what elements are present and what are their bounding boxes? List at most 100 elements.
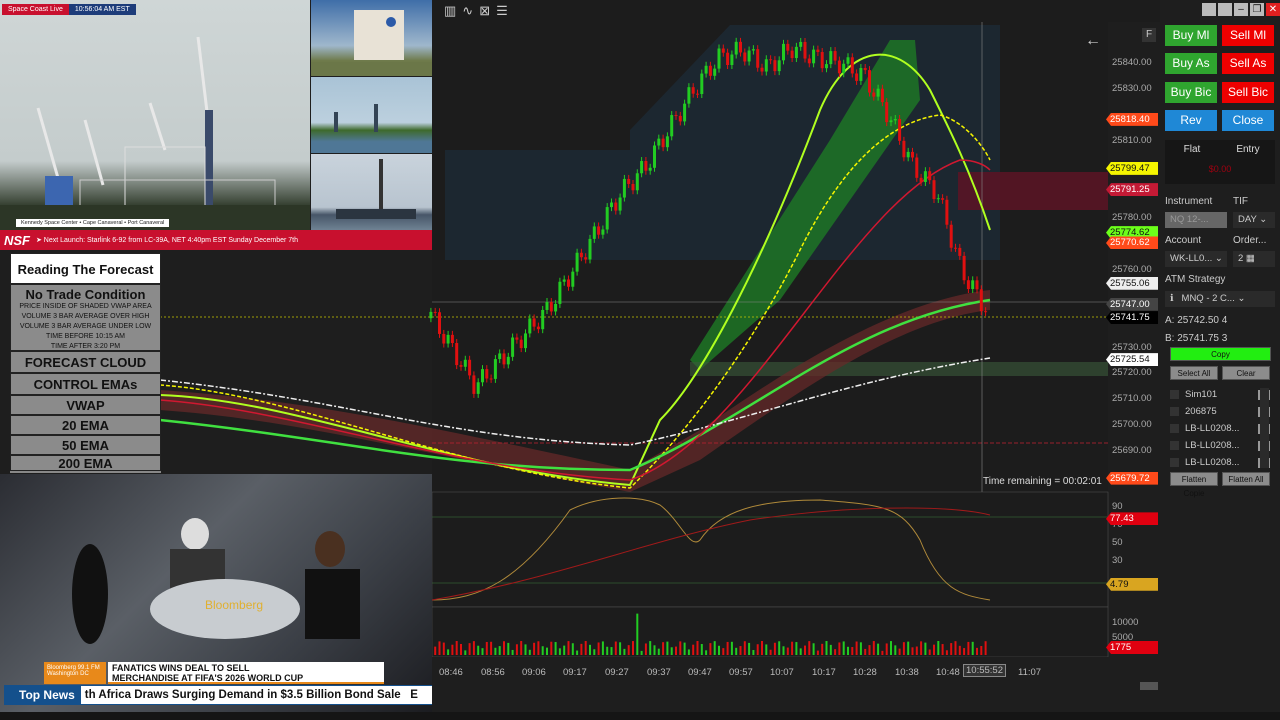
volume-bar <box>838 642 841 655</box>
volume-bar <box>984 641 987 655</box>
close-window-button[interactable]: ✕ <box>1266 3 1280 16</box>
volume-bar <box>756 644 759 655</box>
volume-bar <box>941 644 944 655</box>
volume-bar <box>709 643 712 655</box>
volume-bar <box>636 613 639 655</box>
atm-label: ATM Strategy <box>1165 274 1226 285</box>
station-tag: Bloomberg 99.1 FM Washington DC <box>44 662 106 684</box>
flatten-copies-button[interactable]: Flatten Copie <box>1170 472 1218 498</box>
account-row[interactable]: LB-LL0208...1 <box>1170 455 1270 470</box>
account-checkbox[interactable] <box>1170 424 1179 433</box>
volume-bar <box>675 646 677 655</box>
volume-bar <box>928 649 931 655</box>
news-crawl: Top News th Africa Draws Surging Demand … <box>4 685 432 705</box>
volume-bar <box>511 649 514 655</box>
volume-bar <box>722 648 725 655</box>
time-tick: 09:57 <box>729 667 753 678</box>
account-checkbox[interactable] <box>1170 441 1179 450</box>
price-tick: 25840.00 <box>1112 57 1152 68</box>
volume-bar <box>524 644 527 655</box>
buy-market-button[interactable]: Buy Ml <box>1165 25 1217 46</box>
back-arrow-icon[interactable]: ← <box>1085 32 1101 50</box>
bloomberg-sign: Bloomberg <box>205 598 263 612</box>
time-tick: 10:28 <box>853 667 877 678</box>
oscillator-pane <box>431 491 1109 608</box>
select-all-button[interactable]: Select All <box>1170 366 1218 380</box>
volume-bar <box>765 644 768 655</box>
buy-bid-button[interactable]: Buy Bic <box>1165 82 1217 103</box>
scrollbar-handle[interactable] <box>1140 682 1158 690</box>
account-row[interactable]: LB-LL0208...1 <box>1170 438 1270 453</box>
volume-bar <box>877 643 880 655</box>
minimize-button[interactable]: – <box>1234 3 1248 16</box>
status-strip <box>0 712 1280 720</box>
instrument-value: NQ 12-... <box>1170 214 1209 225</box>
time-tick: 09:06 <box>522 667 546 678</box>
price-marker: 25679.72 <box>1106 471 1158 485</box>
tif-select[interactable]: DAY ⌄ <box>1233 212 1275 228</box>
volume-bar <box>864 648 867 655</box>
volume-bar <box>666 641 669 655</box>
sell-bid-button[interactable]: Sell Bic <box>1222 82 1274 103</box>
f-button[interactable]: F <box>1142 28 1156 42</box>
account-list-scrollbar[interactable] <box>1260 388 1269 468</box>
volume-bar <box>782 646 785 655</box>
account-row[interactable]: 2068751 <box>1170 404 1270 419</box>
price-tick: 25720.00 <box>1112 367 1152 379</box>
account-checkbox[interactable] <box>1170 390 1179 399</box>
volume-bar <box>915 646 918 655</box>
volume-bar <box>653 645 656 655</box>
volume-bar <box>468 643 471 655</box>
position-box: Flat Entry $0.00 <box>1165 140 1275 184</box>
volume-bar <box>773 642 776 655</box>
volume-bar <box>795 642 798 655</box>
copy-button[interactable]: Copy <box>1170 347 1271 361</box>
forecast-legend-panel: Reading The Forecast No Trade Condition … <box>10 253 161 473</box>
flatten-all-button[interactable]: Flatten All <box>1222 472 1270 486</box>
volume-bar <box>614 641 617 655</box>
account-label: Account <box>1165 235 1202 246</box>
volume-bar <box>657 648 660 655</box>
account-row[interactable]: LB-LL0208...1 <box>1170 421 1270 436</box>
time-tick: 10:38 <box>895 667 919 678</box>
volume-bar <box>726 641 729 655</box>
instrument-select[interactable]: NQ 12-... <box>1165 212 1227 228</box>
volume-bar <box>584 641 587 655</box>
order-qty-input[interactable]: 2 ▦ <box>1233 251 1275 267</box>
price-tick: 25760.00 <box>1112 263 1152 275</box>
volume-bar <box>735 647 738 655</box>
buy-ask-button[interactable]: Buy As <box>1165 53 1217 74</box>
volume-bar <box>816 650 819 655</box>
oscillator-tick: 50 <box>1112 537 1123 548</box>
reverse-button[interactable]: Rev <box>1165 110 1217 131</box>
account-checkbox[interactable] <box>1170 407 1179 416</box>
close-position-button[interactable]: Close <box>1222 110 1274 131</box>
window-button[interactable] <box>1218 3 1232 16</box>
price-tick: 25830.00 <box>1112 82 1152 94</box>
volume-bar <box>769 649 772 655</box>
bid-readout: B: 25741.75 3 <box>1165 333 1228 344</box>
chart-trader-panel: – ❐ ✕ Buy Ml Sell Ml Buy As Sell As Buy … <box>1160 0 1280 720</box>
volume-bar <box>859 642 862 655</box>
atm-select[interactable]: ℹ MNQ - 2 C... ⌄ <box>1165 291 1275 307</box>
volume-bar <box>455 641 458 655</box>
volume-bar <box>601 641 604 655</box>
account-row[interactable]: Sim1011 <box>1170 387 1270 402</box>
order-qty-value: 2 <box>1238 253 1244 264</box>
volume-bar <box>799 648 802 655</box>
volume-bar <box>976 647 978 655</box>
no-trade-box: No Trade Condition PRICE INSIDE OF SHADE… <box>10 284 161 351</box>
clear-button[interactable]: Clear <box>1222 366 1270 380</box>
account-checkbox[interactable] <box>1170 458 1179 467</box>
volume-bar <box>842 641 845 655</box>
account-select[interactable]: WK-LL0... ⌄ <box>1165 251 1227 267</box>
window-button[interactable] <box>1202 3 1216 16</box>
restore-button[interactable]: ❐ <box>1250 3 1264 16</box>
sell-market-button[interactable]: Sell Ml <box>1222 25 1274 46</box>
volume-bar <box>945 650 948 655</box>
no-trade-item: VOLUME 3 BAR AVERAGE UNDER LOW <box>19 323 152 330</box>
instrument-label: Instrument <box>1165 196 1213 207</box>
sell-ask-button[interactable]: Sell As <box>1222 53 1274 74</box>
volume-bar <box>700 644 703 655</box>
oscillator-marker: 4.79 <box>1106 577 1158 591</box>
